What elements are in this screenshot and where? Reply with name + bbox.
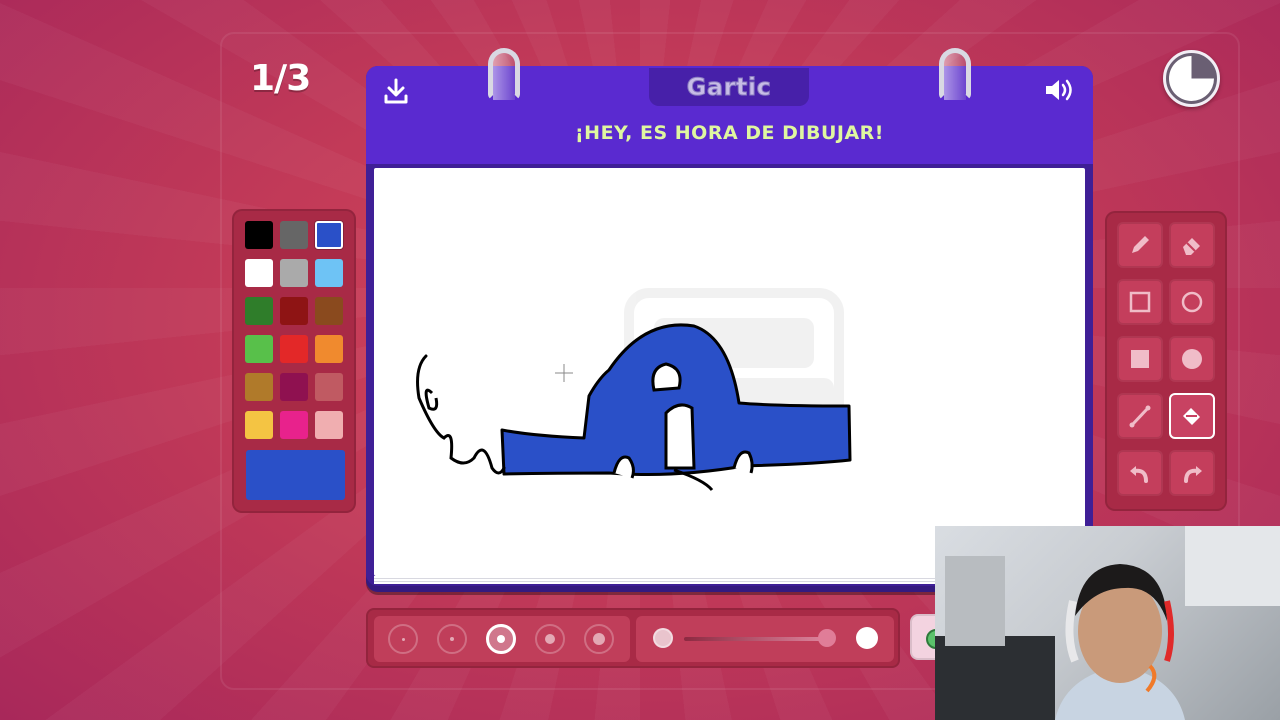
exhaust-loop (424, 388, 439, 411)
car-door (664, 403, 696, 470)
notebook-header: Gartic ¡HEY, ES HORA DE DIBUJAR! (366, 48, 1093, 164)
opacity-slider[interactable] (636, 616, 894, 662)
rectangle-outline-icon (1129, 291, 1151, 313)
redo-icon (1184, 466, 1202, 483)
brush-size-group (374, 616, 630, 662)
color-swatch[interactable] (280, 373, 308, 401)
drawing (416, 288, 852, 492)
brush-size-button[interactable] (437, 624, 467, 654)
car-window (651, 362, 682, 392)
color-swatch[interactable] (280, 297, 308, 325)
timer-icon (1163, 50, 1220, 107)
color-swatch[interactable] (245, 373, 273, 401)
line-tool-button[interactable] (1117, 393, 1163, 439)
rectangle-fill-icon (1131, 350, 1149, 368)
rectangle-outline-tool-button[interactable] (1117, 279, 1163, 325)
drawing-notebook: Gartic ¡HEY, ES HORA DE DIBUJAR! (366, 48, 1093, 592)
brush-size-button[interactable] (486, 624, 516, 654)
circle-fill-tool-button[interactable] (1169, 336, 1215, 382)
opacity-high-icon (856, 627, 878, 649)
binder-ring-right (939, 48, 971, 100)
brush-size-button[interactable] (584, 624, 614, 654)
color-swatch[interactable] (315, 221, 343, 249)
color-palette (232, 209, 356, 513)
redo-tool-button[interactable] (1169, 450, 1215, 496)
pencil-tool-button[interactable] (1117, 222, 1163, 268)
line-icon (1129, 405, 1151, 428)
crosshair-cursor (555, 364, 573, 382)
gartic-logo: Gartic (649, 68, 809, 106)
color-swatch[interactable] (315, 297, 343, 325)
color-swatch[interactable] (245, 221, 273, 249)
color-swatch[interactable] (315, 411, 343, 439)
eraser-icon (1183, 238, 1200, 255)
color-swatch[interactable] (315, 259, 343, 287)
pencil-icon (1132, 236, 1149, 253)
logo-text: Gartic (686, 73, 772, 102)
color-swatch[interactable] (315, 373, 343, 401)
bucket-fill-tool-button[interactable] (1169, 393, 1215, 439)
brush-size-dot (545, 634, 555, 644)
color-swatch[interactable] (280, 335, 308, 363)
round-counter: 1/3 (250, 58, 311, 99)
brush-size-dot (401, 637, 405, 641)
drawing-canvas[interactable] (374, 168, 1085, 576)
slider-track[interactable] (684, 637, 834, 641)
color-swatch[interactable] (280, 259, 308, 287)
undo-icon (1130, 466, 1148, 483)
color-swatch[interactable] (280, 411, 308, 439)
sound-icon[interactable] (1044, 76, 1076, 104)
eraser-tool-button[interactable] (1169, 222, 1215, 268)
opacity-low-icon (653, 628, 673, 648)
brush-size-button[interactable] (535, 624, 565, 654)
color-swatch[interactable] (245, 297, 273, 325)
slider-knob[interactable] (817, 629, 836, 647)
color-swatch[interactable] (245, 259, 273, 287)
circle-outline-icon (1181, 291, 1203, 313)
circle-outline-tool-button[interactable] (1169, 279, 1215, 325)
circle-fill-icon (1182, 349, 1202, 369)
brush-size-dot (593, 633, 605, 645)
exhaust-scribble (416, 354, 506, 475)
brush-size-dot (497, 635, 505, 643)
brush-settings-bar (366, 608, 900, 668)
color-swatch[interactable] (315, 335, 343, 363)
download-icon[interactable] (383, 78, 409, 106)
color-swatch[interactable] (245, 335, 273, 363)
binder-ring-left (488, 48, 520, 100)
brush-size-dot (450, 637, 454, 641)
tools-panel (1105, 211, 1227, 511)
webcam-overlay (935, 526, 1280, 720)
brush-size-button[interactable] (388, 624, 418, 654)
current-color-preview (246, 450, 345, 500)
rectangle-fill-tool-button[interactable] (1117, 336, 1163, 382)
color-swatch[interactable] (280, 221, 308, 249)
draw-prompt-title: ¡HEY, ES HORA DE DIBUJAR! (575, 122, 884, 144)
color-swatch[interactable] (245, 411, 273, 439)
bucket-fill-icon (1183, 408, 1200, 425)
undo-tool-button[interactable] (1117, 450, 1163, 496)
